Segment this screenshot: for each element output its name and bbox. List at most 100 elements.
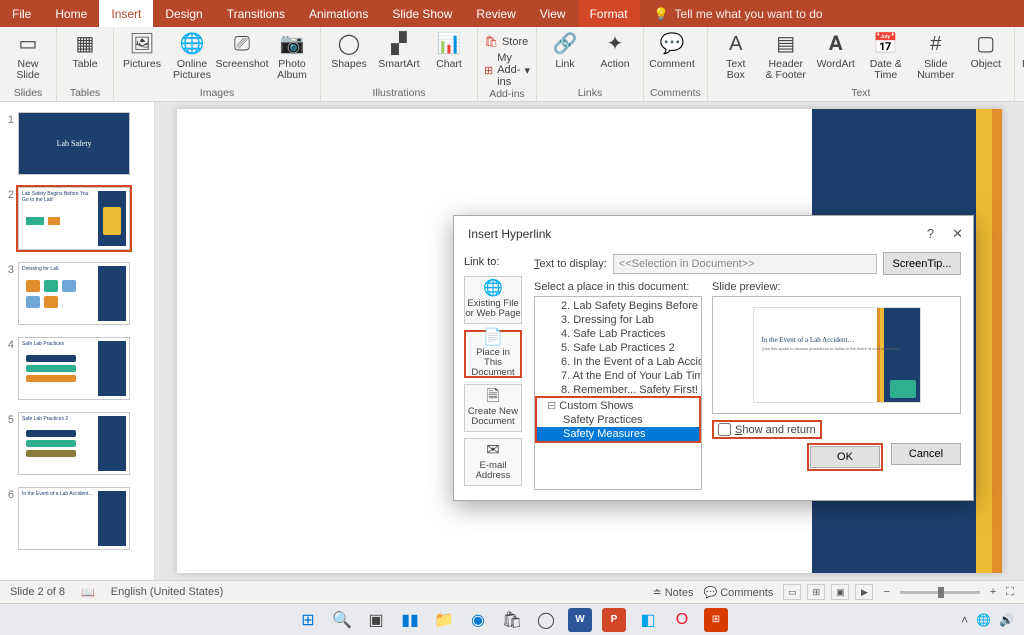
- new-slide-button[interactable]: ▭New Slide: [6, 29, 50, 81]
- start-button[interactable]: ⊞: [296, 608, 320, 632]
- tree-custom-safety-practices[interactable]: Safety Practices: [537, 413, 699, 427]
- tray-network-icon[interactable]: 🌐: [976, 613, 991, 627]
- opera-button[interactable]: O: [670, 608, 694, 632]
- tab-home[interactable]: Home: [43, 0, 99, 27]
- slideshow-view-button[interactable]: ▶: [855, 584, 873, 600]
- photo-album-button[interactable]: 📷Photo Album: [270, 29, 314, 81]
- file-explorer-button[interactable]: 📁: [432, 608, 456, 632]
- ok-button[interactable]: OK: [810, 446, 880, 468]
- smartart-button[interactable]: ▞SmartArt: [377, 29, 421, 70]
- comment-button[interactable]: 💬Comment: [650, 29, 694, 70]
- tab-file[interactable]: File: [0, 0, 43, 27]
- tab-slideshow[interactable]: Slide Show: [380, 0, 464, 27]
- tab-design[interactable]: Design: [153, 0, 214, 27]
- wordart-button[interactable]: 𝐀WordArt: [814, 29, 858, 70]
- thumbnail-slide-5[interactable]: Safe Lab Practices 2: [18, 412, 130, 475]
- tree-slide-8[interactable]: 8. Remember... Safety First!: [535, 383, 701, 397]
- store-button[interactable]: 🛍Store: [484, 35, 530, 48]
- my-addins-button[interactable]: ⊞My Add-ins ▾: [484, 52, 530, 88]
- powerpoint-button[interactable]: P: [602, 608, 626, 632]
- slide-preview-label: Slide preview:: [712, 281, 961, 293]
- tab-insert[interactable]: Insert: [99, 0, 153, 27]
- thumbnail-slide-4[interactable]: Safe Lab Practices: [18, 337, 130, 400]
- task-view-button[interactable]: ▣: [364, 608, 388, 632]
- action-button[interactable]: ✦Action: [593, 29, 637, 70]
- tree-slide-7[interactable]: 7. At the End of Your Lab Tim: [535, 369, 701, 383]
- sorter-view-button[interactable]: ⊞: [807, 584, 825, 600]
- store-button-taskbar[interactable]: 🛍: [500, 608, 524, 632]
- taskbar-app-2[interactable]: ◧: [636, 608, 660, 632]
- cancel-button[interactable]: Cancel: [891, 443, 961, 465]
- tree-slide-6[interactable]: 6. In the Event of a Lab Accid: [535, 355, 701, 369]
- screentip-button[interactable]: ScreenTip...: [883, 252, 961, 275]
- group-tables: Tables: [63, 87, 107, 101]
- shapes-button[interactable]: ◯Shapes: [327, 29, 371, 70]
- tab-animations[interactable]: Animations: [297, 0, 380, 27]
- lightbulb-icon: 💡: [654, 7, 669, 21]
- object-button[interactable]: ▢Object: [964, 29, 1008, 70]
- tab-format[interactable]: Format: [578, 0, 640, 27]
- normal-view-button[interactable]: ▭: [783, 584, 801, 600]
- pictures-button[interactable]: 🖼Pictures: [120, 29, 164, 70]
- tree-slide-4[interactable]: 4. Safe Lab Practices: [535, 327, 701, 341]
- comments-button[interactable]: 💬 Comments: [703, 586, 773, 599]
- show-and-return-input[interactable]: [718, 423, 731, 436]
- language-status[interactable]: English (United States): [111, 586, 224, 598]
- fit-to-window-button[interactable]: ⛶: [1006, 586, 1014, 599]
- show-and-return-checkbox[interactable]: Show and return: [712, 420, 822, 439]
- tree-slide-3[interactable]: 3. Dressing for Lab: [535, 313, 701, 327]
- tell-me-search[interactable]: 💡Tell me what you want to do: [654, 0, 823, 27]
- zoom-slider[interactable]: [900, 591, 980, 594]
- tree-custom-safety-measures[interactable]: Safety Measures: [537, 427, 699, 441]
- thumbnail-slide-6[interactable]: In the Event of a Lab Accident…: [18, 487, 130, 550]
- online-pictures-icon: 🌐: [178, 32, 206, 56]
- slide-canvas: Insert Hyperlink ? ✕ Link to: 🌐Existing …: [155, 102, 1024, 580]
- tab-view[interactable]: View: [528, 0, 578, 27]
- group-links: Links: [543, 87, 637, 101]
- taskbar-app-1[interactable]: ▮▮: [398, 608, 422, 632]
- tab-transitions[interactable]: Transitions: [215, 0, 297, 27]
- date-time-button[interactable]: 📅Date & Time: [864, 29, 908, 81]
- chrome-button[interactable]: ◯: [534, 608, 558, 632]
- screenshot-button[interactable]: ⎚Screenshot: [220, 29, 264, 70]
- table-button[interactable]: ▦Table: [63, 29, 107, 70]
- object-icon: ▢: [972, 32, 1000, 56]
- linkto-email[interactable]: ✉E-mail Address: [464, 438, 522, 486]
- notes-button[interactable]: ≐ Notes: [652, 586, 693, 599]
- word-button[interactable]: W: [568, 608, 592, 632]
- tree-slide-5[interactable]: 5. Safe Lab Practices 2: [535, 341, 701, 355]
- tray-volume-icon[interactable]: 🔊: [999, 613, 1014, 627]
- thumbnail-slide-2[interactable]: Lab Safety Begins Before You Go to the L…: [18, 187, 130, 250]
- spellcheck-icon[interactable]: 📖: [81, 586, 95, 599]
- slide-number-button[interactable]: #Slide Number: [914, 29, 958, 81]
- ribbon: ▭New Slide Slides ▦Table Tables 🖼Picture…: [0, 27, 1024, 102]
- thumbnail-slide-3[interactable]: Dressing for Lab: [18, 262, 130, 325]
- tree-slide-2[interactable]: 2. Lab Safety Begins Before Y: [535, 299, 701, 313]
- linkto-existing-file[interactable]: 🌐Existing File or Web Page: [464, 276, 522, 324]
- tree-custom-shows[interactable]: Custom Shows: [537, 398, 699, 413]
- search-button[interactable]: 🔍: [330, 608, 354, 632]
- select-place-label: Select a place in this document:: [534, 281, 702, 293]
- office-button[interactable]: ⊞: [704, 608, 728, 632]
- wordart-icon: 𝐀: [822, 32, 850, 56]
- zoom-out-button[interactable]: −: [883, 586, 889, 598]
- shapes-icon: ◯: [335, 32, 363, 56]
- chart-button[interactable]: 📊Chart: [427, 29, 471, 70]
- thumbnail-slide-1[interactable]: Lab Safety: [18, 112, 130, 175]
- thumb-num: 6: [0, 487, 18, 501]
- slide-number-icon: #: [922, 32, 950, 56]
- reading-view-button[interactable]: ▣: [831, 584, 849, 600]
- help-icon[interactable]: ?: [927, 226, 934, 242]
- tab-review[interactable]: Review: [464, 0, 527, 27]
- tray-chevron-icon[interactable]: ˄: [961, 613, 968, 627]
- zoom-in-button[interactable]: +: [990, 586, 996, 598]
- linkto-create-new[interactable]: 🗎Create New Document: [464, 384, 522, 432]
- edge-button[interactable]: ◉: [466, 608, 490, 632]
- link-button[interactable]: 🔗Link: [543, 29, 587, 70]
- linkto-place-in-document[interactable]: 📄Place in This Document: [464, 330, 522, 378]
- close-icon[interactable]: ✕: [952, 226, 963, 242]
- place-tree[interactable]: 2. Lab Safety Begins Before Y 3. Dressin…: [534, 296, 702, 490]
- header-footer-button[interactable]: ▤Header & Footer: [764, 29, 808, 81]
- text-box-button[interactable]: AText Box: [714, 29, 758, 81]
- online-pictures-button[interactable]: 🌐Online Pictures: [170, 29, 214, 81]
